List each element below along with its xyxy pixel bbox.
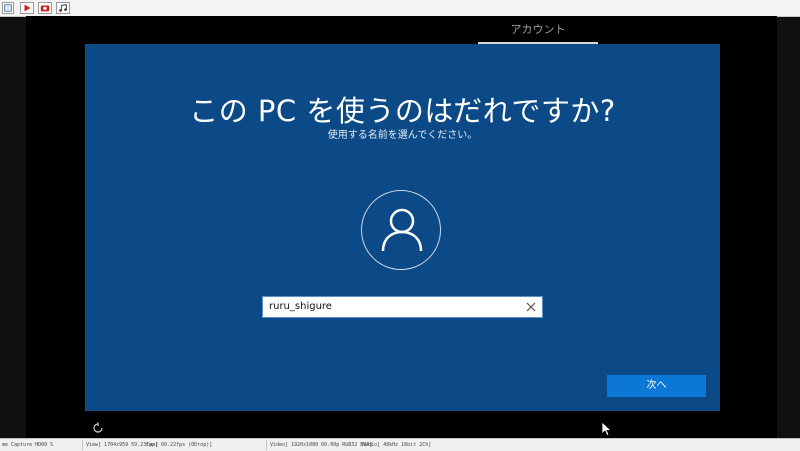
username-input[interactable]: ruru_shigure <box>262 296 543 318</box>
audio-button[interactable] <box>56 2 70 14</box>
close-icon[interactable] <box>526 302 536 312</box>
status-divider <box>266 440 267 450</box>
status-capture: Cap[ 60.22fps (0Drop)] <box>146 442 213 448</box>
status-bar: me Capture HD60 S View[ 1704x959 59.23fp… <box>0 438 800 451</box>
capture-settings-button[interactable] <box>2 2 14 14</box>
user-icon <box>381 208 423 252</box>
capture-settings-icon <box>4 4 12 12</box>
step-tab-account: アカウント <box>478 16 598 44</box>
music-note-icon <box>59 4 67 12</box>
next-button[interactable]: 次へ <box>607 375 706 397</box>
username-value: ruru_shigure <box>269 301 332 312</box>
status-video: Video[ 1920x1080 60.00p RGB32 EVR] <box>270 442 373 448</box>
mouse-cursor-icon <box>602 422 612 436</box>
page-title: この PC を使うのはだれですか? <box>189 94 616 128</box>
play-button[interactable] <box>20 2 34 14</box>
status-divider <box>82 440 83 450</box>
play-icon <box>24 4 31 12</box>
snapshot-button[interactable] <box>38 2 52 14</box>
oobe-panel: この PC を使うのはだれですか? 使用する名前を選んでください。 ruru_s… <box>85 44 720 411</box>
status-app-name: me Capture HD60 S <box>2 442 54 448</box>
accessibility-icon[interactable] <box>92 422 104 434</box>
capture-toolbar <box>0 0 800 17</box>
status-audio: Audio[ 48kHz 16bit 2Ch] <box>362 442 432 448</box>
avatar <box>361 190 441 270</box>
page-subtitle: 使用する名前を選んでください。 <box>327 130 478 141</box>
camera-icon <box>40 5 50 12</box>
